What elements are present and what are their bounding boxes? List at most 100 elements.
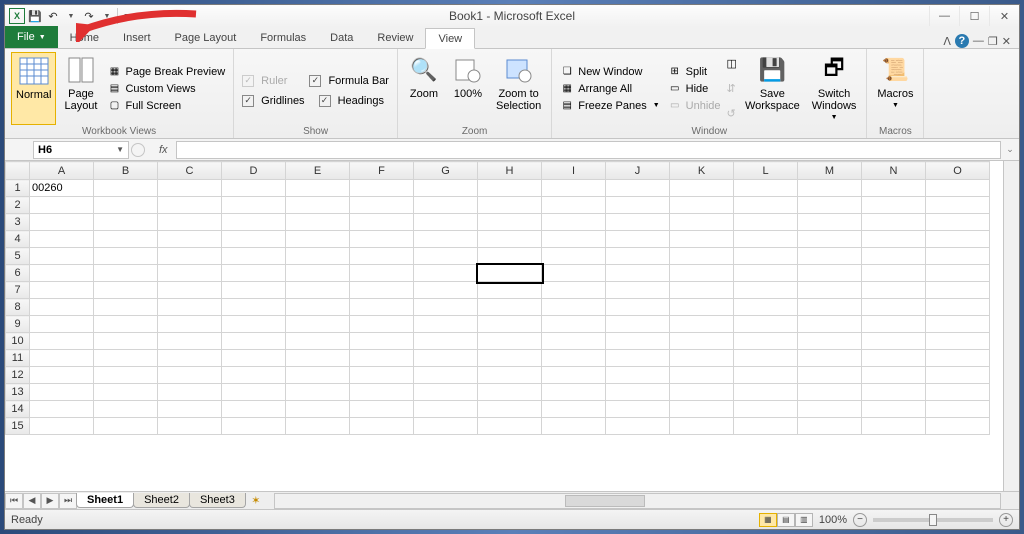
cell[interactable] <box>542 197 606 214</box>
cell[interactable] <box>414 197 478 214</box>
cell[interactable] <box>94 367 158 384</box>
custom-views-button[interactable]: ▤Custom Views <box>105 81 227 97</box>
cell[interactable] <box>350 282 414 299</box>
column-header[interactable]: I <box>542 162 606 180</box>
row-header[interactable]: 13 <box>6 384 30 401</box>
zoom-out-button[interactable]: − <box>853 513 867 527</box>
row-header[interactable]: 4 <box>6 231 30 248</box>
horizontal-scrollbar[interactable] <box>274 493 1001 509</box>
normal-view-button[interactable]: Normal <box>11 52 56 125</box>
split-button[interactable]: ⊞Split <box>666 64 723 80</box>
cell[interactable] <box>926 265 990 282</box>
cell[interactable] <box>478 367 542 384</box>
maximize-button[interactable]: ☐ <box>959 6 989 26</box>
cell[interactable] <box>286 350 350 367</box>
cell[interactable] <box>286 282 350 299</box>
cell[interactable] <box>734 265 798 282</box>
new-window-button[interactable]: ❏New Window <box>558 64 661 80</box>
cell[interactable] <box>30 350 94 367</box>
minimize-ribbon-icon[interactable]: ᐱ <box>943 35 951 48</box>
cell[interactable] <box>222 265 286 282</box>
zoom-slider[interactable] <box>873 518 993 522</box>
cell[interactable] <box>350 350 414 367</box>
cell[interactable]: 00260 <box>30 180 94 197</box>
expand-formula-bar-icon[interactable]: ⌄ <box>1005 144 1019 155</box>
cell[interactable] <box>222 384 286 401</box>
cell[interactable] <box>350 401 414 418</box>
cell[interactable] <box>30 231 94 248</box>
cell[interactable] <box>222 231 286 248</box>
cell[interactable] <box>478 401 542 418</box>
cell[interactable] <box>286 299 350 316</box>
cell[interactable] <box>862 350 926 367</box>
cell[interactable] <box>414 282 478 299</box>
cell[interactable] <box>286 214 350 231</box>
column-header[interactable]: G <box>414 162 478 180</box>
cell[interactable] <box>670 333 734 350</box>
cell[interactable] <box>286 231 350 248</box>
cell[interactable] <box>670 231 734 248</box>
cell[interactable] <box>542 180 606 197</box>
cell[interactable] <box>222 401 286 418</box>
row-header[interactable]: 11 <box>6 350 30 367</box>
full-screen-button[interactable]: ▢Full Screen <box>105 98 227 114</box>
name-box[interactable]: H6▼ <box>33 141 129 159</box>
cell[interactable] <box>94 299 158 316</box>
cell[interactable] <box>30 214 94 231</box>
cell[interactable] <box>94 282 158 299</box>
cell[interactable] <box>798 180 862 197</box>
cell[interactable] <box>798 418 862 435</box>
cell[interactable] <box>542 350 606 367</box>
cell[interactable] <box>606 248 670 265</box>
workbook-minimize-icon[interactable]: — <box>973 35 984 47</box>
cell[interactable] <box>414 367 478 384</box>
tab-formulas[interactable]: Formulas <box>248 27 318 48</box>
row-header[interactable]: 9 <box>6 316 30 333</box>
cell[interactable] <box>286 316 350 333</box>
cell[interactable] <box>94 265 158 282</box>
cell[interactable] <box>606 350 670 367</box>
cell[interactable] <box>542 401 606 418</box>
cell[interactable] <box>286 418 350 435</box>
cell[interactable] <box>350 214 414 231</box>
sheet-nav-next[interactable]: ▶ <box>41 493 59 509</box>
cell[interactable] <box>478 180 542 197</box>
undo-icon[interactable]: ↶ <box>45 8 61 24</box>
cell[interactable] <box>606 367 670 384</box>
cell[interactable] <box>606 197 670 214</box>
file-tab[interactable]: File▼ <box>5 26 58 48</box>
cell[interactable] <box>30 282 94 299</box>
cell[interactable] <box>734 214 798 231</box>
cell[interactable] <box>94 214 158 231</box>
cell[interactable] <box>158 197 222 214</box>
cell[interactable] <box>798 214 862 231</box>
cell[interactable] <box>926 180 990 197</box>
row-header[interactable]: 2 <box>6 197 30 214</box>
cell[interactable] <box>158 248 222 265</box>
column-header[interactable]: J <box>606 162 670 180</box>
cell[interactable] <box>926 231 990 248</box>
cell[interactable] <box>542 384 606 401</box>
cell[interactable] <box>158 350 222 367</box>
arrange-all-button[interactable]: ▦Arrange All <box>558 81 661 97</box>
cell[interactable] <box>94 384 158 401</box>
cell[interactable] <box>926 350 990 367</box>
cell[interactable] <box>414 333 478 350</box>
cell[interactable] <box>158 265 222 282</box>
sheet-nav-last[interactable]: ⏭ <box>59 493 77 509</box>
cell[interactable] <box>158 180 222 197</box>
cell[interactable] <box>222 214 286 231</box>
cell[interactable] <box>286 265 350 282</box>
cell[interactable] <box>734 248 798 265</box>
close-button[interactable]: ✕ <box>989 6 1019 26</box>
cell[interactable] <box>350 418 414 435</box>
tab-insert[interactable]: Insert <box>111 27 163 48</box>
column-header[interactable]: M <box>798 162 862 180</box>
cell[interactable] <box>414 180 478 197</box>
cell[interactable] <box>350 299 414 316</box>
cell[interactable] <box>606 282 670 299</box>
cell[interactable] <box>670 418 734 435</box>
tab-review[interactable]: Review <box>365 27 425 48</box>
cell[interactable] <box>862 265 926 282</box>
cell[interactable] <box>670 214 734 231</box>
